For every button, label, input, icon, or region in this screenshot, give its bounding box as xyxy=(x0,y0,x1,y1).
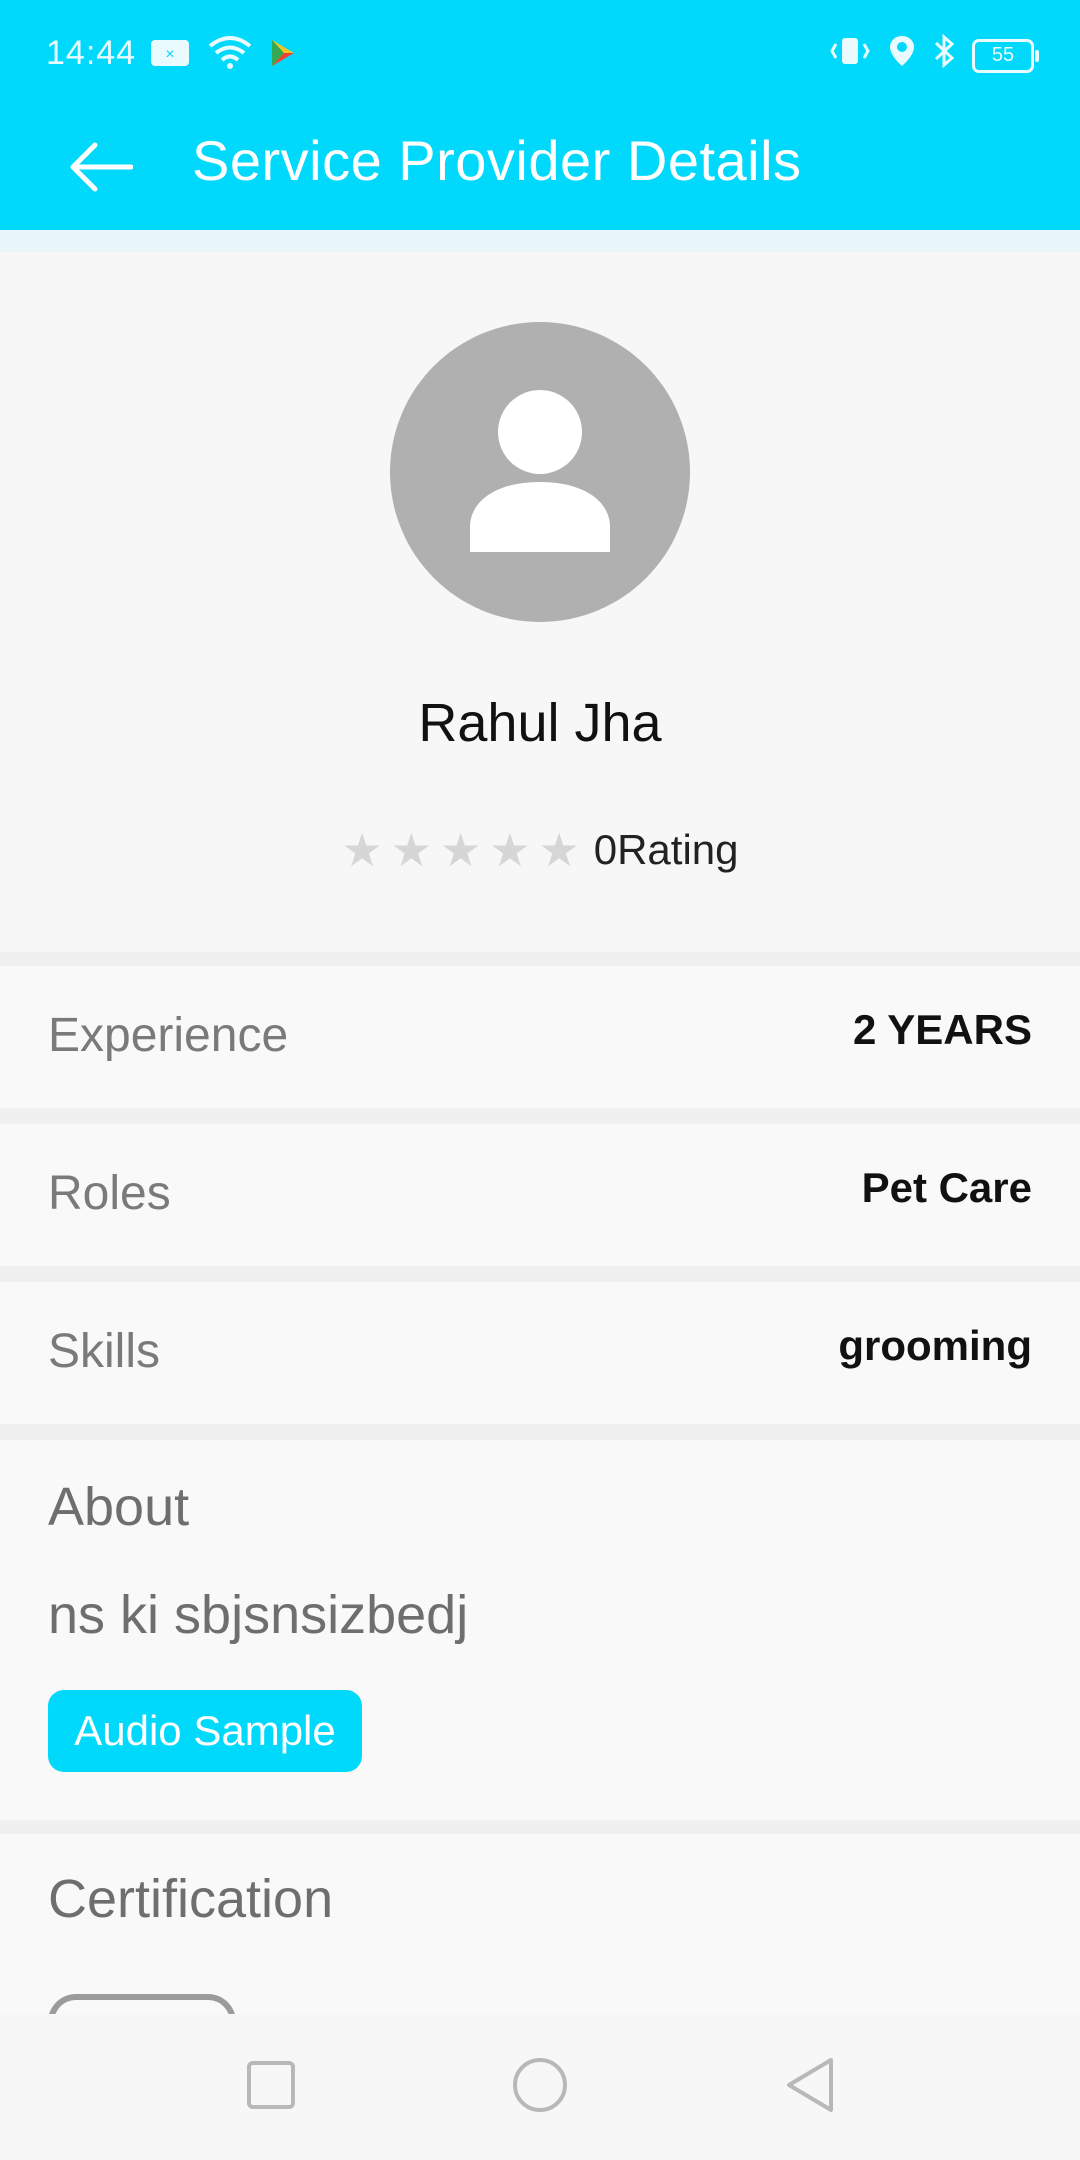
certification-heading: Certification xyxy=(48,1869,334,1929)
notification-icon: × xyxy=(150,38,190,77)
experience-row: Experience 2 YEARS xyxy=(0,966,1080,1108)
back-nav-button[interactable] xyxy=(775,2050,845,2120)
skills-row: Skills grooming xyxy=(0,1282,1080,1424)
app-header: 14:44 × 55 Service Provider Details xyxy=(0,0,1080,252)
vibrate-icon xyxy=(828,34,872,77)
location-icon xyxy=(888,34,916,77)
audio-sample-button[interactable]: Audio Sample xyxy=(48,1690,362,1772)
battery-icon: 55 xyxy=(972,38,1039,73)
status-bar: 14:44 × 55 xyxy=(0,0,1080,110)
star-icon: ★ xyxy=(489,824,531,876)
skills-label: Skills xyxy=(48,1325,161,1378)
rating-row: ★ ★ ★ ★ ★ 0Rating xyxy=(0,826,1080,874)
rating-text: 0Rating xyxy=(593,826,739,873)
about-text: ns ki sbjsnsizbedj xyxy=(48,1585,469,1645)
roles-row: Roles Pet Care xyxy=(0,1124,1080,1266)
circle-icon xyxy=(513,2058,567,2112)
status-left-icons: × xyxy=(150,36,296,79)
status-right-icons: 55 xyxy=(828,33,1039,77)
experience-label: Experience xyxy=(48,1009,289,1062)
square-icon xyxy=(247,2061,295,2109)
avatar xyxy=(390,322,690,622)
home-button[interactable] xyxy=(505,2050,575,2120)
roles-value: Pet Care xyxy=(861,1164,1032,1211)
about-heading: About xyxy=(48,1477,190,1537)
star-icon: ★ xyxy=(439,824,482,876)
star-icon: ★ xyxy=(341,824,383,876)
arrow-left-icon xyxy=(70,142,133,192)
star-icon: ★ xyxy=(390,824,432,876)
wifi-icon xyxy=(208,36,252,79)
profile-section: Rahul Jha ★ ★ ★ ★ ★ 0Rating xyxy=(0,252,1080,952)
play-store-icon xyxy=(270,38,296,77)
experience-value: 2 YEARS xyxy=(853,1006,1032,1053)
recents-button[interactable] xyxy=(236,2050,306,2120)
back-button[interactable] xyxy=(60,132,140,202)
system-nav-bar xyxy=(0,2014,1080,2160)
bluetooth-icon xyxy=(932,33,956,77)
status-time: 14:44 xyxy=(46,34,137,72)
page-title: Service Provider Details xyxy=(192,129,802,192)
provider-name: Rahul Jha xyxy=(418,693,662,753)
about-section: About ns ki sbjsnsizbedj Audio Sample xyxy=(0,1440,1080,1820)
roles-label: Roles xyxy=(48,1167,171,1220)
star-icon: ★ xyxy=(538,824,580,876)
rating-stars: ★ ★ ★ ★ ★ xyxy=(341,827,579,873)
skills-value: grooming xyxy=(838,1322,1032,1369)
certification-section: Certification xyxy=(0,1834,1080,2040)
user-icon xyxy=(470,390,610,552)
triangle-back-icon xyxy=(787,2058,833,2112)
svg-text:×: × xyxy=(165,46,174,63)
